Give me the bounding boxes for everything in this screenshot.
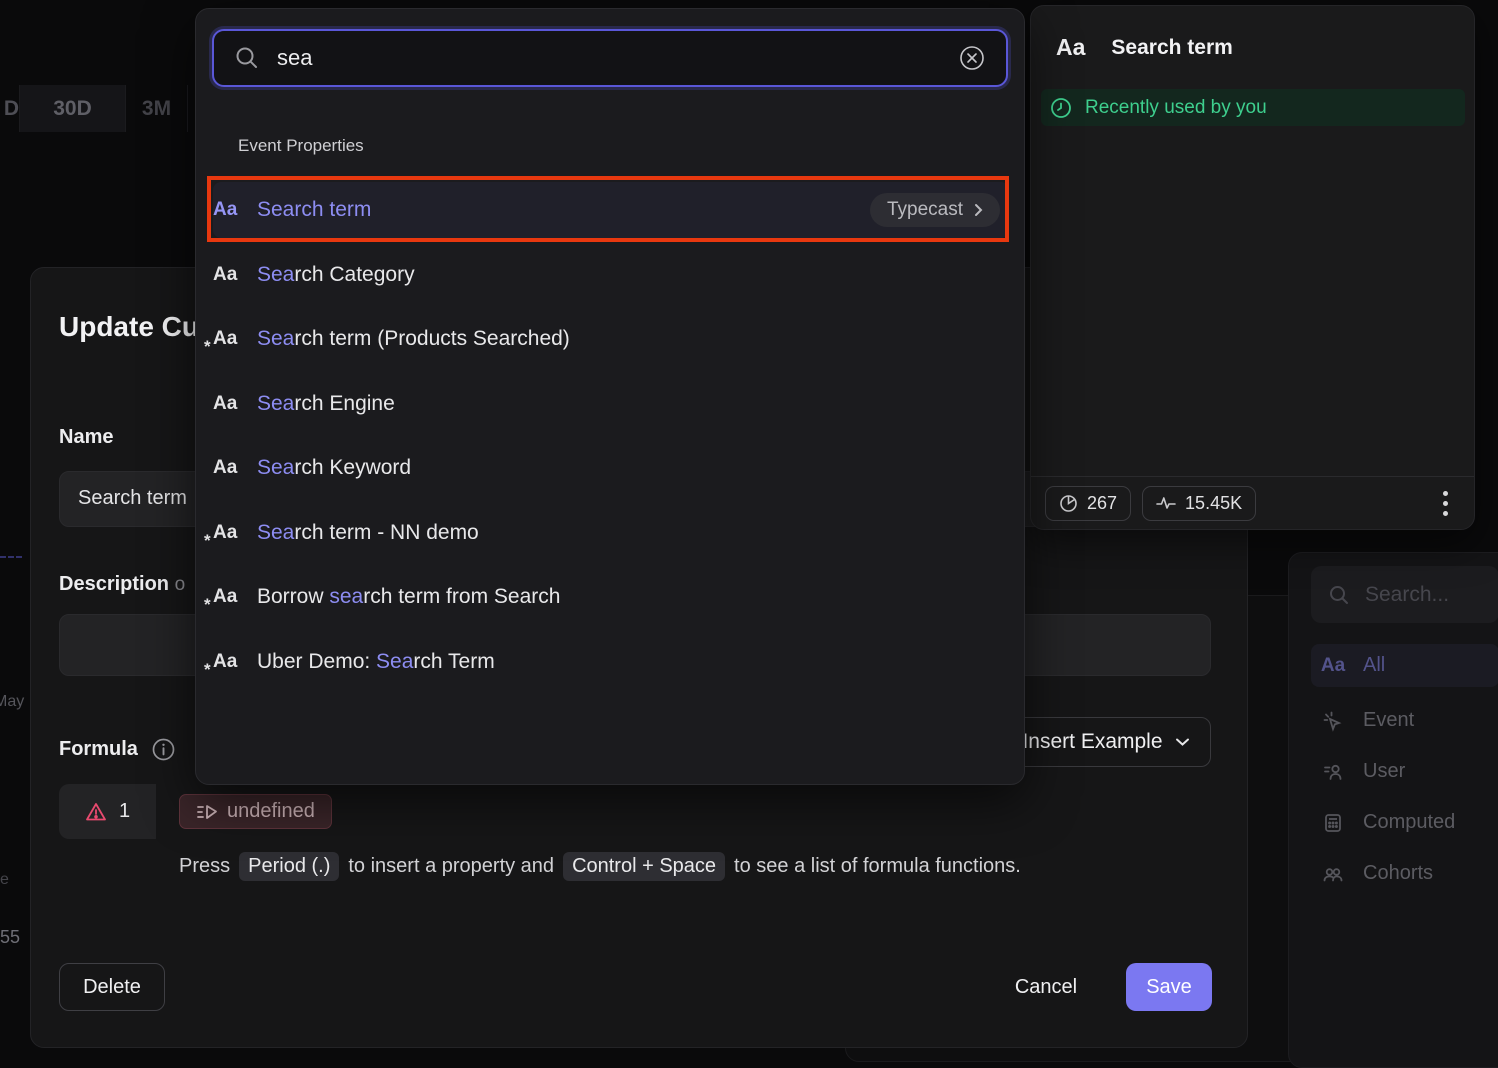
save-button[interactable]: Save <box>1126 963 1212 1011</box>
tab-30d[interactable]: 30D <box>20 85 126 132</box>
tab-7d[interactable]: D <box>0 85 20 132</box>
sidebar-search-placeholder: Search... <box>1365 583 1449 607</box>
tab-3m[interactable]: 3M <box>126 85 188 132</box>
axis-label-fragment: May <box>0 693 24 711</box>
annotation-highlight-box <box>207 176 1009 242</box>
property-search-dropdown: Event Properties Aa Search term Typecast… <box>195 8 1025 785</box>
user-icon <box>1321 760 1345 784</box>
cancel-button[interactable]: Cancel <box>1001 963 1091 1011</box>
activity-icon <box>1156 496 1176 510</box>
result-row-borrow-search-term[interactable]: Aa* Borrow search term from Search <box>213 575 1009 619</box>
custom-property-icon: Aa* <box>213 522 257 544</box>
search-input[interactable] <box>277 45 941 71</box>
sidebar-search-input[interactable]: Search... <box>1311 566 1498 623</box>
pie-chart-icon <box>1059 494 1078 513</box>
search-icon <box>1327 583 1351 607</box>
sidebar-item-user[interactable]: User <box>1311 750 1498 793</box>
name-value: Search term <box>78 487 187 510</box>
custom-property-icon: Aa* <box>213 328 257 350</box>
modal-title: Update Cu <box>59 311 199 343</box>
description-optional-hint: o <box>175 574 186 595</box>
result-row-search-keyword[interactable]: Aa Search Keyword <box>213 446 1009 490</box>
number-fragment: 55 <box>0 927 20 948</box>
formula-editor[interactable]: 1 undefined <box>59 784 1211 839</box>
chart-line-fragment <box>0 556 22 558</box>
warning-icon <box>85 802 107 822</box>
search-icon <box>234 45 260 71</box>
sidebar-item-event[interactable]: Event <box>1311 699 1498 742</box>
info-icon[interactable] <box>152 738 175 761</box>
result-row-search-category[interactable]: Aa Search Category <box>213 253 1009 297</box>
cardinality-stat[interactable]: 267 <box>1045 486 1131 521</box>
formula-help-text: Press Period (.) to insert a property an… <box>179 852 1021 881</box>
section-header-event-properties: Event Properties <box>238 136 364 156</box>
property-detail-panel: Aa Search term Recently used by you 267 … <box>1030 5 1475 530</box>
error-count: 1 <box>119 800 130 823</box>
formula-undefined-token[interactable]: undefined <box>179 794 332 829</box>
dropdown-search-box[interactable] <box>212 29 1008 87</box>
detail-header: Aa Search term <box>1056 34 1233 61</box>
custom-property-icon: Aa* <box>213 651 257 673</box>
result-row-uber-demo-search-term[interactable]: Aa* Uber Demo: Search Term <box>213 640 1009 684</box>
sidebar-item-all[interactable]: Aa All <box>1311 644 1498 687</box>
clear-search-icon[interactable] <box>958 44 986 72</box>
volume-stat[interactable]: 15.45K <box>1142 486 1256 521</box>
event-click-icon <box>1321 709 1345 733</box>
text-type-icon: Aa <box>213 393 257 415</box>
calculator-icon <box>1321 811 1345 835</box>
delete-button[interactable]: Delete <box>59 963 165 1011</box>
time-range-tabs: D 30D 3M <box>0 85 188 132</box>
recently-used-badge: Recently used by you <box>1041 89 1465 126</box>
text-fragment: e <box>0 871 9 889</box>
formula-error-gutter: 1 <box>59 784 156 839</box>
text-type-icon: Aa <box>1056 34 1085 61</box>
property-type-sidebar: Search... Aa All Event User Computed Coh… <box>1288 552 1498 1068</box>
function-icon <box>196 804 218 820</box>
cohorts-icon <box>1321 862 1345 886</box>
more-options-button[interactable] <box>1430 486 1460 520</box>
kbd-period: Period (.) <box>239 852 339 881</box>
kbd-control-space: Control + Space <box>563 852 725 881</box>
result-row-search-term-nn-demo[interactable]: Aa* Search term - NN demo <box>213 511 1009 555</box>
formula-label: Formula <box>59 738 175 761</box>
detail-property-title: Search term <box>1111 36 1232 60</box>
result-row-search-engine[interactable]: Aa Search Engine <box>213 382 1009 426</box>
chevron-down-icon <box>1175 737 1190 747</box>
insert-example-button[interactable]: Insert Example <box>1001 717 1211 767</box>
detail-footer: 267 15.45K <box>1031 476 1474 529</box>
name-label: Name <box>59 426 113 449</box>
text-type-icon: Aa <box>213 457 257 479</box>
result-row-search-term-products[interactable]: Aa* Search term (Products Searched) <box>213 317 1009 361</box>
text-type-icon: Aa <box>1321 654 1345 678</box>
description-label: Description o <box>59 573 185 596</box>
clock-icon <box>1050 97 1072 119</box>
sidebar-item-computed[interactable]: Computed <box>1311 801 1498 844</box>
text-type-icon: Aa <box>213 264 257 286</box>
custom-property-icon: Aa* <box>213 586 257 608</box>
sidebar-item-cohorts[interactable]: Cohorts <box>1311 852 1498 895</box>
